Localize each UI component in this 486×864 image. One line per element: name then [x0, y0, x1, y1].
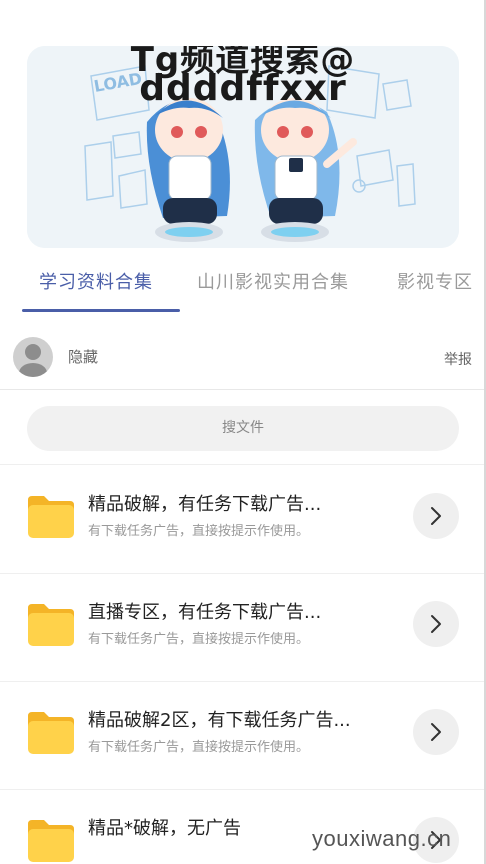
file-description: 有下载任务广告，直接按提示作使用。	[88, 524, 310, 539]
user-silhouette-icon	[19, 344, 47, 377]
file-list: 精品破解，有任务下载广告... 有下载任务广告，直接按提示作使用。 直播专区，有…	[0, 466, 484, 864]
folder-icon	[28, 712, 74, 754]
chevron-right-icon	[431, 723, 441, 741]
folder-icon	[28, 496, 74, 538]
open-folder-button[interactable]	[413, 709, 459, 755]
avatar[interactable]	[13, 337, 53, 377]
category-tabs: 学习资料合集 山川影视实用合集 影视专区	[0, 258, 486, 312]
file-title: 精品破解，有任务下载广告...	[88, 494, 322, 515]
open-folder-button[interactable]	[413, 493, 459, 539]
site-watermark: youxiwang.cn	[312, 826, 452, 851]
file-title: 精品破解2区，有下载任务广告...	[88, 710, 351, 731]
file-description: 有下载任务广告，直接按提示作使用。	[88, 740, 310, 755]
tab-video-zone[interactable]: 影视专区	[397, 268, 473, 294]
uploader-row: 隐藏 举报	[0, 330, 484, 390]
chevron-right-icon	[431, 615, 441, 633]
file-list-item[interactable]: 精品破解，有任务下载广告... 有下载任务广告，直接按提示作使用。	[0, 466, 484, 574]
search-files-button[interactable]: 搜文件	[27, 406, 459, 451]
folder-icon	[28, 820, 74, 862]
tab-study-materials[interactable]: 学习资料合集	[39, 268, 153, 294]
file-list-item[interactable]: 直播专区，有任务下载广告... 有下载任务广告，直接按提示作使用。	[0, 574, 484, 682]
folder-icon	[28, 604, 74, 646]
banner-image[interactable]: LOAD Tg频道搜索@ ddddffxxr	[27, 46, 459, 248]
report-link[interactable]: 举报	[444, 349, 472, 369]
file-title: 精品*破解，无广告	[88, 818, 241, 839]
chevron-right-icon	[431, 507, 441, 525]
file-list-item[interactable]: 精品破解2区，有下载任务广告... 有下载任务广告，直接按提示作使用。	[0, 682, 484, 790]
banner-caption-line2: ddddffxxr	[139, 68, 347, 109]
file-description: 有下载任务广告，直接按提示作使用。	[88, 632, 310, 647]
open-folder-button[interactable]	[413, 601, 459, 647]
search-section: 搜文件	[0, 390, 484, 465]
active-tab-indicator	[22, 309, 180, 312]
uploader-name: 隐藏	[68, 348, 99, 366]
file-title: 直播专区，有任务下载广告...	[88, 602, 322, 623]
tab-shanchuan-videos[interactable]: 山川影视实用合集	[197, 268, 349, 294]
